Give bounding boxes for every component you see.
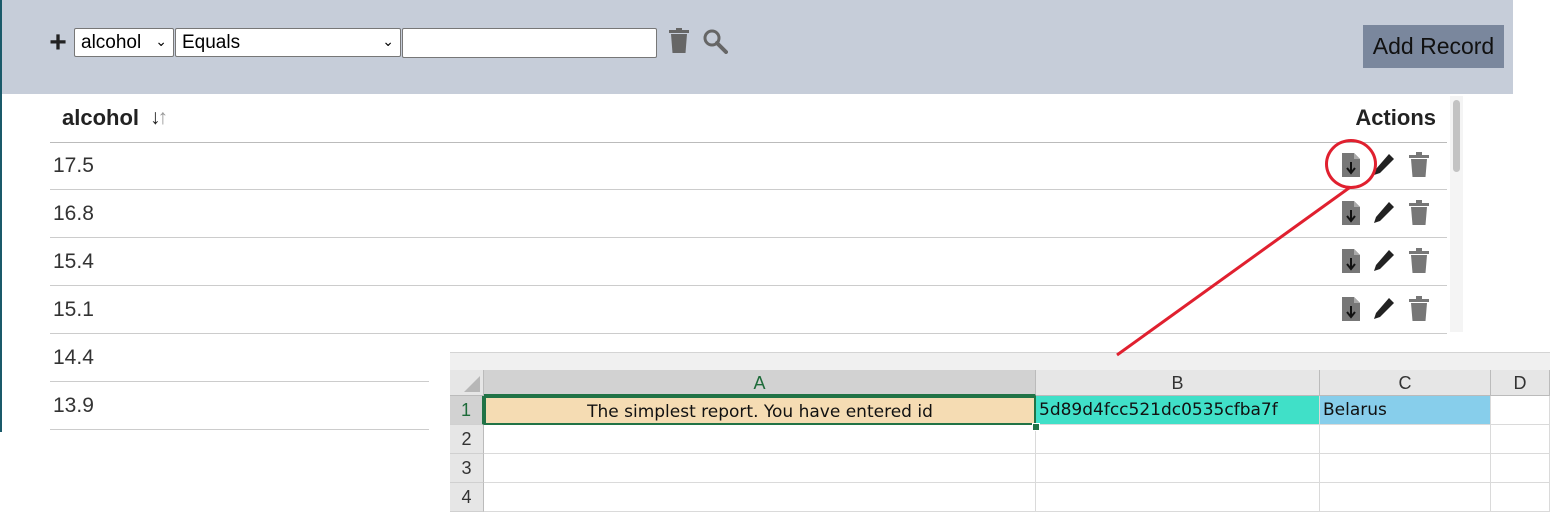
download-file-icon[interactable] bbox=[1339, 296, 1363, 322]
cell-d2[interactable] bbox=[1491, 425, 1550, 454]
table-header: alcohol ↓↑ Actions bbox=[50, 94, 1447, 143]
trash-icon[interactable] bbox=[1407, 296, 1431, 322]
row-header-2[interactable]: 2 bbox=[450, 425, 484, 454]
cell-d1[interactable] bbox=[1491, 396, 1550, 425]
field-select-value: alcohol bbox=[81, 32, 142, 53]
search-icon[interactable] bbox=[702, 28, 728, 54]
chevron-down-icon: ⌄ bbox=[155, 33, 167, 49]
select-all-corner[interactable] bbox=[450, 370, 484, 396]
table-row: 17.5 bbox=[50, 142, 1447, 190]
download-file-icon[interactable] bbox=[1339, 200, 1363, 226]
scrollbar-thumb[interactable] bbox=[1453, 100, 1460, 172]
sort-icon[interactable]: ↓↑ bbox=[150, 106, 168, 130]
cell-a3[interactable] bbox=[484, 454, 1036, 483]
operator-select-value: Equals bbox=[182, 32, 241, 53]
trash-icon[interactable] bbox=[1407, 200, 1431, 226]
trash-icon[interactable] bbox=[1407, 152, 1431, 178]
alcohol-cell: 15.1 bbox=[53, 298, 94, 321]
pencil-icon[interactable] bbox=[1372, 200, 1396, 226]
highlight-circle-annotation bbox=[1325, 139, 1377, 189]
alcohol-cell: 17.5 bbox=[53, 154, 94, 177]
trash-icon[interactable] bbox=[668, 28, 690, 54]
cell-b2[interactable] bbox=[1036, 425, 1320, 454]
column-header-d[interactable]: D bbox=[1491, 370, 1550, 396]
alcohol-cell: 13.9 bbox=[53, 394, 94, 417]
alcohol-cell: 16.8 bbox=[53, 202, 94, 225]
table-scrollbar[interactable] bbox=[1450, 96, 1463, 332]
pencil-icon[interactable] bbox=[1372, 296, 1396, 322]
filter-value-input[interactable] bbox=[402, 28, 657, 58]
select-all-triangle-icon bbox=[464, 376, 480, 392]
row-header-4[interactable]: 4 bbox=[450, 483, 484, 512]
cell-b4[interactable] bbox=[1036, 483, 1320, 512]
table-row: 15.4 bbox=[50, 238, 1447, 286]
cell-c4[interactable] bbox=[1320, 483, 1491, 512]
alcohol-cell: 15.4 bbox=[53, 250, 94, 273]
column-header-b[interactable]: B bbox=[1036, 370, 1320, 396]
row-header-1[interactable]: 1 bbox=[450, 396, 484, 425]
column-header-c[interactable]: C bbox=[1320, 370, 1491, 396]
cell-a4[interactable] bbox=[484, 483, 1036, 512]
table-row: 15.1 bbox=[50, 286, 1447, 334]
cell-a2[interactable] bbox=[484, 425, 1036, 454]
column-header-alcohol[interactable]: alcohol bbox=[62, 105, 139, 131]
cell-c2[interactable] bbox=[1320, 425, 1491, 454]
spreadsheet-top-band bbox=[450, 353, 1550, 370]
operator-select[interactable]: Equals ⌄ bbox=[175, 28, 401, 57]
spreadsheet-window: A B C D 1 2 3 4 The simplest report. You… bbox=[450, 352, 1550, 521]
table-row: 13.9 bbox=[50, 382, 429, 430]
cell-d3[interactable] bbox=[1491, 454, 1550, 483]
field-select[interactable]: alcohol ⌄ bbox=[74, 28, 174, 57]
add-filter-button[interactable]: + bbox=[45, 28, 71, 58]
add-record-button[interactable]: Add Record bbox=[1363, 25, 1504, 68]
alcohol-cell: 14.4 bbox=[53, 346, 94, 369]
cell-c1[interactable]: Belarus bbox=[1320, 396, 1491, 425]
table-row: 14.4 bbox=[50, 334, 429, 382]
column-header-actions: Actions bbox=[1355, 105, 1436, 130]
cell-c3[interactable] bbox=[1320, 454, 1491, 483]
fill-handle[interactable] bbox=[1032, 423, 1040, 431]
download-file-icon[interactable] bbox=[1339, 248, 1363, 274]
pencil-icon[interactable] bbox=[1372, 248, 1396, 274]
cell-d4[interactable] bbox=[1491, 483, 1550, 512]
table-row: 16.8 bbox=[50, 190, 1447, 238]
column-header-a[interactable]: A bbox=[484, 370, 1036, 396]
row-header-3[interactable]: 3 bbox=[450, 454, 484, 483]
trash-icon[interactable] bbox=[1407, 248, 1431, 274]
cell-a1[interactable]: The simplest report. You have entered id bbox=[484, 396, 1036, 425]
chevron-down-icon: ⌄ bbox=[382, 33, 394, 49]
cell-b1[interactable]: 5d89d4fcc521dc0535cfba7f bbox=[1036, 396, 1320, 425]
filter-toolbar: + alcohol ⌄ Equals ⌄ Add Record bbox=[2, 0, 1513, 94]
cell-b3[interactable] bbox=[1036, 454, 1320, 483]
